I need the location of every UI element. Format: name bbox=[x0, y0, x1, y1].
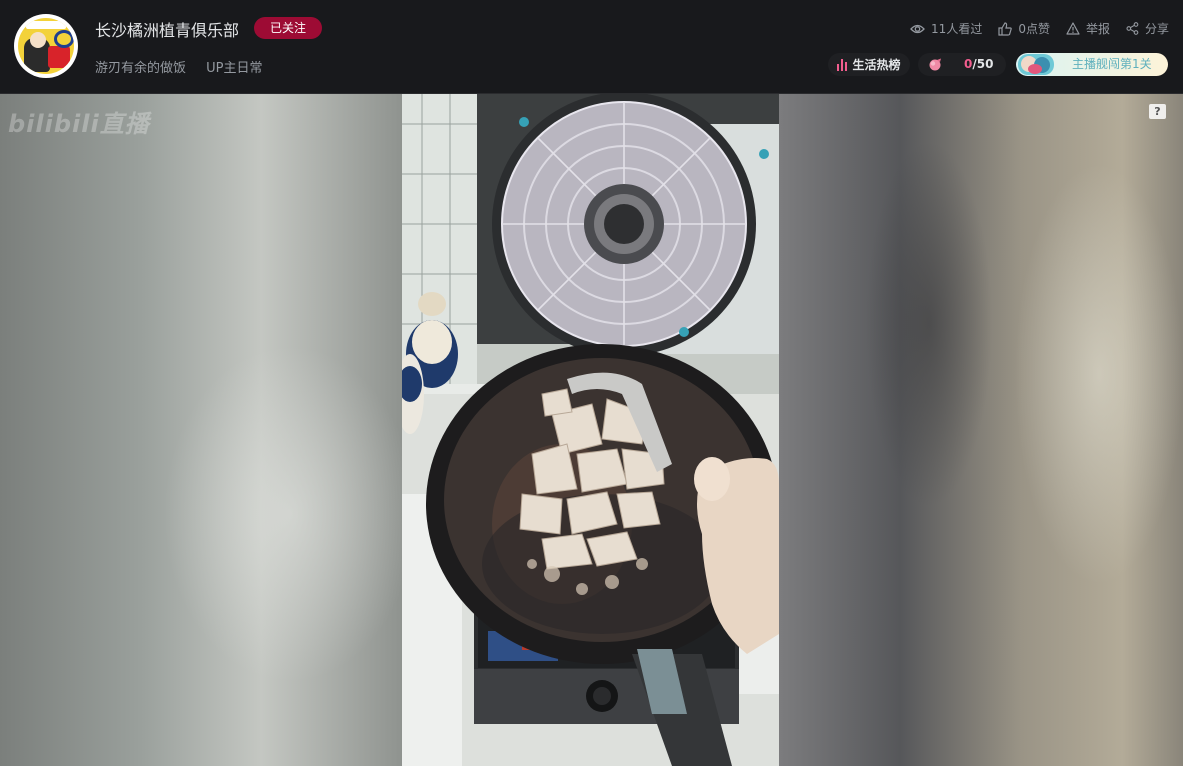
avatar-image bbox=[18, 18, 74, 74]
life-rank-pill[interactable]: 生活热榜 bbox=[828, 53, 910, 76]
viewer-count: 11人看过 bbox=[910, 20, 982, 37]
blurred-background-left bbox=[0, 94, 402, 766]
share-button[interactable]: 分享 bbox=[1126, 20, 1169, 37]
rank-bars-icon bbox=[837, 58, 849, 71]
area-tag[interactable]: 游刃有余的做饭 bbox=[95, 61, 186, 76]
video-frame[interactable] bbox=[402, 94, 779, 766]
gift-count: 0/50 bbox=[964, 53, 993, 76]
room-header: 长沙橘洲植青俱乐部 已关注 游刃有余的做饭 UP主日常 11人看过 0点赞 举报… bbox=[0, 0, 1183, 94]
share-label: 分享 bbox=[1144, 22, 1169, 36]
follow-button[interactable]: 已关注 bbox=[254, 17, 322, 39]
like-label: 0点赞 bbox=[1018, 22, 1050, 36]
room-title[interactable]: 长沙橘洲植青俱乐部 bbox=[95, 17, 239, 41]
category-tag[interactable]: UP主日常 bbox=[206, 61, 262, 76]
like-button[interactable]: 0点赞 bbox=[998, 20, 1050, 37]
warning-icon bbox=[1066, 22, 1080, 35]
live-player[interactable]: bilibili直播 ? bbox=[0, 94, 1183, 766]
streamer-avatar[interactable] bbox=[14, 14, 78, 78]
bilibili-live-watermark: bilibili直播 bbox=[8, 110, 150, 138]
blurred-background-right bbox=[779, 94, 1183, 766]
rank-label: 生活热榜 bbox=[852, 58, 901, 72]
gift-total: /50 bbox=[972, 57, 994, 71]
room-stats: 11人看过 0点赞 举报 分享 bbox=[894, 20, 1169, 37]
guard-avatar-icon bbox=[1018, 54, 1054, 75]
share-icon bbox=[1126, 22, 1139, 35]
cooking-video-image bbox=[402, 94, 779, 766]
report-button[interactable]: 举报 bbox=[1066, 20, 1110, 37]
guard-label: 主播舰闯第1关 bbox=[1072, 57, 1152, 71]
thumbs-up-icon bbox=[998, 21, 1013, 36]
report-label: 举报 bbox=[1085, 22, 1110, 36]
help-icon[interactable]: ? bbox=[1149, 104, 1166, 119]
eye-icon bbox=[910, 24, 925, 33]
viewer-count-label: 11人看过 bbox=[931, 22, 983, 36]
gift-icon bbox=[929, 58, 941, 71]
guard-challenge-pill[interactable]: 主播舰闯第1关 bbox=[1016, 53, 1168, 76]
room-tags: 游刃有余的做饭 UP主日常 bbox=[95, 57, 279, 76]
gift-progress-pill[interactable]: 0/50 bbox=[918, 53, 1006, 76]
